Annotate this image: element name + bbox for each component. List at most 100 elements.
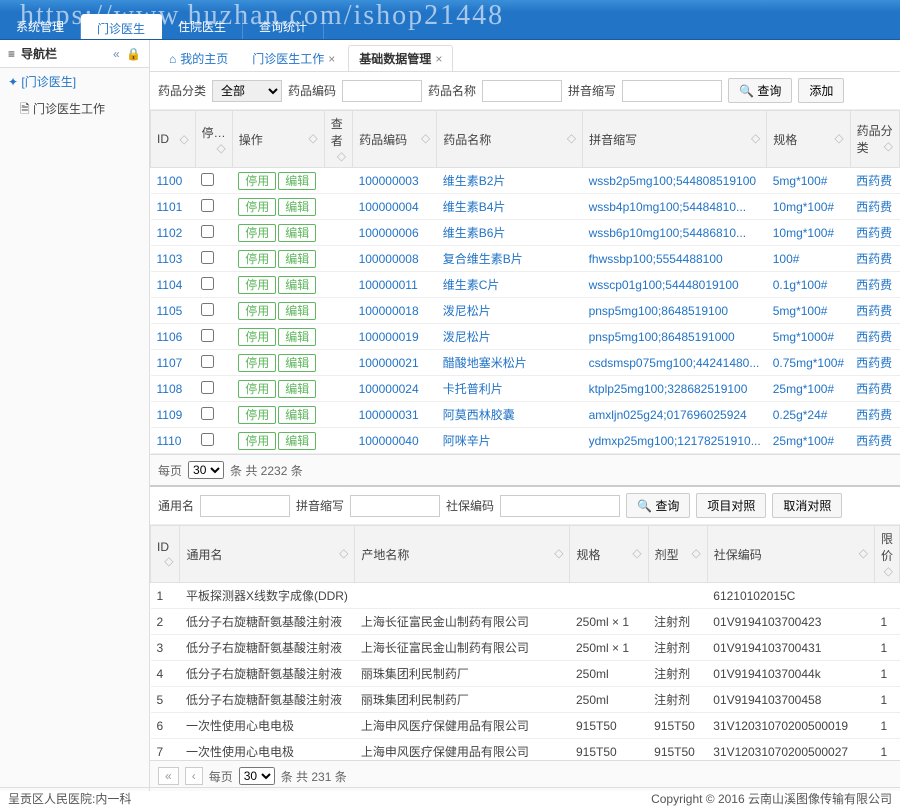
table-row[interactable]: 1100停用编辑100000003维生素B2片wssb2p5mg100;5448… [151, 168, 900, 194]
edit-button[interactable]: 编辑 [278, 276, 316, 294]
lpy-input[interactable] [350, 495, 440, 517]
table-row[interactable]: 2低分子右旋糖酐氨基酸注射液上海长征富民金山制药有限公司250ml × 1注射剂… [151, 609, 900, 635]
edit-button[interactable]: 编辑 [278, 354, 316, 372]
menu-3[interactable]: 查询统计 [243, 12, 324, 39]
row-check[interactable] [201, 173, 214, 186]
col-header[interactable]: 拼音缩写◇ [583, 111, 767, 168]
table-row[interactable]: 5低分子右旋糖酐氨基酸注射液丽珠集团利民制药厂250ml注射剂01V919410… [151, 687, 900, 713]
page-size-select[interactable]: 30 [188, 461, 224, 479]
col-header[interactable]: 查者◇ [324, 111, 352, 168]
ty-input[interactable] [200, 495, 290, 517]
row-check[interactable] [201, 225, 214, 238]
stop-button[interactable]: 停用 [238, 224, 276, 242]
edit-button[interactable]: 编辑 [278, 198, 316, 216]
table-row[interactable]: 1108停用编辑100000024卡托普利片ktplp25mg100;32868… [151, 376, 900, 402]
pager-prev[interactable]: ‹ [185, 767, 203, 785]
row-check[interactable] [201, 433, 214, 446]
row-check[interactable] [201, 303, 214, 316]
tab-0[interactable]: ⌂我的主页 [158, 45, 239, 71]
stop-button[interactable]: 停用 [238, 172, 276, 190]
col-header[interactable]: 剂型◇ [648, 526, 707, 583]
stop-button[interactable]: 停用 [238, 276, 276, 294]
row-check[interactable] [201, 329, 214, 342]
col-header[interactable]: 产地名称◇ [355, 526, 570, 583]
close-icon[interactable]: × [435, 52, 442, 66]
row-check[interactable] [201, 251, 214, 264]
col-header[interactable]: 限价◇ [874, 526, 899, 583]
menu-2[interactable]: 住院医生 [162, 12, 243, 39]
table-row[interactable]: 1平板探测器X线数字成像(DDR)61210102015C [151, 583, 900, 609]
tab-1[interactable]: 门诊医生工作 × [241, 45, 346, 71]
col-header[interactable]: 规格◇ [570, 526, 648, 583]
col-header[interactable]: 药品名称◇ [437, 111, 583, 168]
hamburger-icon[interactable]: ≡ [8, 47, 15, 61]
table-row[interactable]: 1102停用编辑100000006维生素B6片wssb6p10mg100;544… [151, 220, 900, 246]
stop-button[interactable]: 停用 [238, 354, 276, 372]
proj-button[interactable]: 项目对照 [696, 493, 766, 518]
table-row[interactable]: 1104停用编辑100000011维生素C片wsscp01g100;544480… [151, 272, 900, 298]
row-check[interactable] [201, 355, 214, 368]
col-header[interactable]: 药品分类◇ [850, 111, 899, 168]
edit-button[interactable]: 编辑 [278, 328, 316, 346]
col-header[interactable]: 规格◇ [767, 111, 850, 168]
edit-button[interactable]: 编辑 [278, 406, 316, 424]
table-row[interactable]: 1107停用编辑100000021醋酸地塞米松片csdsmsp075mg100;… [151, 350, 900, 376]
sidebar-role[interactable]: ✦ [门诊医生] [0, 68, 149, 95]
name-input[interactable] [482, 80, 562, 102]
stop-button[interactable]: 停用 [238, 302, 276, 320]
table-row[interactable]: 1101停用编辑100000004维生素B4片wssb4p10mg100;544… [151, 194, 900, 220]
stop-button[interactable]: 停用 [238, 380, 276, 398]
lock-icon[interactable]: 🔒 [126, 47, 141, 61]
add-button[interactable]: 添加 [798, 78, 844, 103]
table-row[interactable]: 1110停用编辑100000040阿咪辛片ydmxp25mg100;121782… [151, 428, 900, 454]
edit-button[interactable]: 编辑 [278, 380, 316, 398]
table-row[interactable]: 1103停用编辑100000008复合维生素B片fhwssbp100;55544… [151, 246, 900, 272]
col-header[interactable]: 药品编码◇ [353, 111, 437, 168]
col-header[interactable]: ID◇ [151, 111, 196, 168]
close-icon[interactable]: × [328, 52, 335, 66]
table-row[interactable]: 4低分子右旋糖酐氨基酸注射液丽珠集团利民制药厂250ml注射剂01V919410… [151, 661, 900, 687]
edit-button[interactable]: 编辑 [278, 250, 316, 268]
edit-button[interactable]: 编辑 [278, 224, 316, 242]
table-row[interactable]: 6一次性使用心电电极上海申风医疗保健用品有限公司915T50915T5031V1… [151, 713, 900, 739]
col-header[interactable]: 停…◇ [195, 111, 232, 168]
edit-button[interactable]: 编辑 [278, 432, 316, 450]
sidebar-tree-item[interactable]: 🗎 门诊医生工作 [0, 95, 149, 126]
menu-0[interactable]: 系统管理 [0, 12, 81, 39]
lower-table-scroll[interactable]: ID◇通用名◇产地名称◇规格◇剂型◇社保编码◇限价◇ 1平板探测器X线数字成像(… [150, 525, 900, 760]
upper-table-scroll[interactable]: ID◇停…◇操作◇查者◇药品编码◇药品名称◇拼音缩写◇规格◇药品分类◇ 1100… [150, 110, 900, 454]
stop-button[interactable]: 停用 [238, 406, 276, 424]
table-row[interactable]: 7一次性使用心电电极上海申风医疗保健用品有限公司915T50915T5031V1… [151, 739, 900, 761]
table-row[interactable]: 3低分子右旋糖酐氨基酸注射液上海长征富民金山制药有限公司250ml × 1注射剂… [151, 635, 900, 661]
menu-1[interactable]: 门诊医生 [81, 14, 162, 39]
py-input[interactable] [622, 80, 722, 102]
table-row[interactable]: 1109停用编辑100000031阿莫西林胶囊amxljn025g24;0176… [151, 402, 900, 428]
col-header[interactable]: 操作◇ [232, 111, 324, 168]
lower-page-size-select[interactable]: 30 [239, 767, 275, 785]
cat-select[interactable]: 全部 [212, 80, 282, 102]
table-row[interactable]: 1105停用编辑100000018泼尼松片pnsp5mg100;86485191… [151, 298, 900, 324]
tab-2[interactable]: 基础数据管理 × [348, 45, 453, 71]
code-input[interactable] [342, 80, 422, 102]
table-row[interactable]: 1106停用编辑100000019泼尼松片pnsp5mg100;86485191… [151, 324, 900, 350]
sb-input[interactable] [500, 495, 620, 517]
search-button[interactable]: 🔍 查询 [728, 78, 792, 103]
cancel-proj-button[interactable]: 取消对照 [772, 493, 842, 518]
col-header[interactable]: 通用名◇ [180, 526, 355, 583]
cat-label: 药品分类 [158, 82, 206, 99]
col-header[interactable]: 社保编码◇ [707, 526, 874, 583]
edit-button[interactable]: 编辑 [278, 302, 316, 320]
col-header[interactable]: ID◇ [151, 526, 180, 583]
lower-search-button[interactable]: 🔍 查询 [626, 493, 690, 518]
stop-button[interactable]: 停用 [238, 432, 276, 450]
collapse-icon[interactable]: « [113, 47, 120, 61]
stop-button[interactable]: 停用 [238, 328, 276, 346]
stop-button[interactable]: 停用 [238, 250, 276, 268]
edit-button[interactable]: 编辑 [278, 172, 316, 190]
pager-first[interactable]: « [158, 767, 179, 785]
row-check[interactable] [201, 407, 214, 420]
stop-button[interactable]: 停用 [238, 198, 276, 216]
row-check[interactable] [201, 199, 214, 212]
row-check[interactable] [201, 381, 214, 394]
row-check[interactable] [201, 277, 214, 290]
